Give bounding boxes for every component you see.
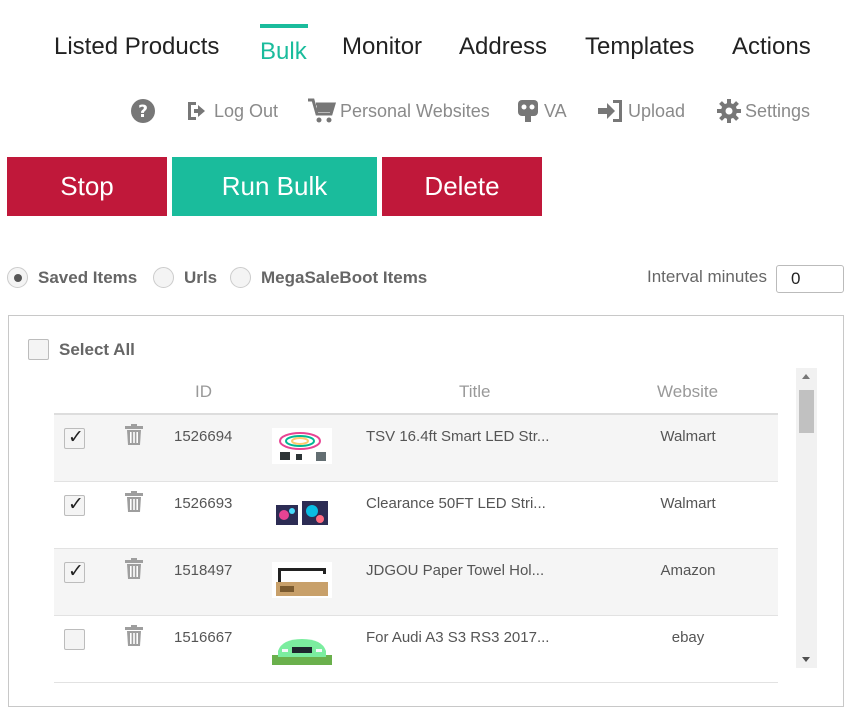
run-bulk-button[interactable]: Run Bulk <box>172 157 377 216</box>
row-title: TSV 16.4ft Smart LED Str... <box>366 428 550 445</box>
table-header: ID Title Website <box>54 368 778 415</box>
main-nav: Listed Products Bulk Monitor Address Tem… <box>0 0 848 80</box>
va-button[interactable]: VA <box>515 96 567 126</box>
row-checkbox[interactable] <box>64 426 85 449</box>
row-id: 1518497 <box>174 562 233 579</box>
tab-address[interactable]: Address <box>459 33 547 61</box>
row-website: Amazon <box>660 562 716 579</box>
items-table: ID Title Website 1526694 <box>54 368 778 683</box>
interval-label: Interval minutes <box>647 267 767 286</box>
table-row: 1526693 Clearance 50FT LED Stri... Walma… <box>54 482 778 549</box>
radio-label: MegaSaleBoot Items <box>261 267 428 287</box>
trash-icon[interactable] <box>125 491 143 513</box>
personal-websites-button[interactable]: Personal Websites <box>307 96 490 126</box>
trash-icon[interactable] <box>125 625 143 647</box>
row-id: 1526693 <box>174 495 233 512</box>
scroll-down-arrow[interactable] <box>802 657 810 662</box>
radio-indicator[interactable] <box>153 267 174 288</box>
shopping-cart-icon <box>308 98 337 123</box>
stop-button[interactable]: Stop <box>7 157 167 216</box>
trash-icon[interactable] <box>125 424 143 446</box>
select-all-checkbox[interactable] <box>28 339 49 360</box>
sign-in-icon <box>598 100 622 122</box>
tab-templates[interactable]: Templates <box>585 33 694 61</box>
items-panel: Select All ID Title Website 1526694 <box>8 315 844 707</box>
select-all-label: Select All <box>59 339 135 359</box>
row-checkbox[interactable] <box>64 629 85 650</box>
table-row: 1516667 For Audi A3 S3 RS3 2017... ebay <box>54 616 778 683</box>
support-agent-icon <box>518 100 538 122</box>
radio-megasaleboot-items[interactable]: MegaSaleBoot Items <box>230 267 427 288</box>
select-all[interactable]: Select All <box>28 339 135 360</box>
tab-monitor[interactable]: Monitor <box>342 33 422 61</box>
radio-urls[interactable]: Urls <box>153 267 217 288</box>
upload-button[interactable]: Upload <box>597 96 685 126</box>
tab-bulk[interactable]: Bulk <box>260 38 307 66</box>
secondary-toolbar: ? Log Out Personal Websites VA Upload Se… <box>0 96 848 130</box>
settings-label: Settings <box>745 100 811 121</box>
product-thumbnail[interactable] <box>272 495 332 531</box>
product-thumbnail[interactable] <box>272 562 332 598</box>
delete-button[interactable]: Delete <box>382 157 542 216</box>
radio-indicator[interactable] <box>230 267 251 288</box>
logout-label: Log Out <box>214 100 279 121</box>
trash-icon[interactable] <box>125 558 143 580</box>
row-checkbox[interactable] <box>64 493 85 516</box>
row-title: For Audi A3 S3 RS3 2017... <box>366 629 550 646</box>
scroll-up-arrow[interactable] <box>802 374 810 379</box>
row-id: 1516667 <box>174 629 233 646</box>
tab-actions[interactable]: Actions <box>732 33 811 61</box>
tab-listed-products[interactable]: Listed Products <box>54 33 219 61</box>
interval-minutes-input[interactable] <box>776 265 844 293</box>
row-title: Clearance 50FT LED Stri... <box>366 495 546 512</box>
va-label: VA <box>544 100 567 121</box>
row-checkbox[interactable] <box>64 560 85 583</box>
row-title: JDGOU Paper Towel Hol... <box>366 562 545 579</box>
row-id: 1526694 <box>174 428 233 445</box>
active-tab-indicator <box>260 24 308 28</box>
sign-out-icon <box>188 102 205 120</box>
table-row: 1526694 TSV 16.4ft Smart LED Str... Walm… <box>54 415 778 482</box>
column-header-website[interactable]: Website <box>657 382 718 402</box>
settings-button[interactable]: Settings <box>716 96 810 126</box>
radio-indicator[interactable] <box>7 267 28 288</box>
radio-label: Urls <box>184 267 218 287</box>
radio-label: Saved Items <box>38 267 138 287</box>
product-thumbnail[interactable] <box>272 428 332 464</box>
product-thumbnail[interactable] <box>272 629 332 665</box>
scrollbar-thumb[interactable] <box>799 390 814 433</box>
help-button[interactable]: ? <box>130 96 159 126</box>
upload-label: Upload <box>628 100 686 121</box>
row-website: Walmart <box>660 428 716 445</box>
personal-websites-label: Personal Websites <box>340 100 490 121</box>
radio-saved-items[interactable]: Saved Items <box>7 267 137 288</box>
svg-text:?: ? <box>138 102 148 122</box>
logout-button[interactable]: Log Out <box>185 96 278 126</box>
row-website: ebay <box>671 629 705 646</box>
row-website: Walmart <box>660 495 716 512</box>
table-row: 1518497 JDGOU Paper Towel Hol... Amazon <box>54 549 778 616</box>
question-circle-icon: ? <box>131 99 155 123</box>
column-header-title[interactable]: Title <box>459 382 491 402</box>
gear-icon <box>717 99 741 123</box>
table-scrollbar[interactable] <box>796 368 817 668</box>
column-header-id[interactable]: ID <box>195 382 212 402</box>
